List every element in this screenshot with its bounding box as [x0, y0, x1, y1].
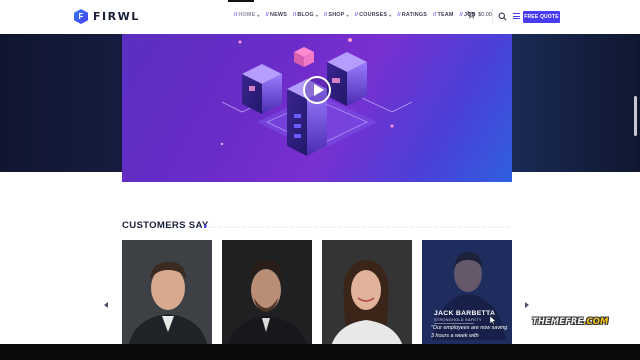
site-header: F FIRWL // HOME ▾ // NEWS // BLOG ▾ // S… [0, 0, 640, 34]
chevron-right-icon [525, 302, 529, 308]
slash-icon: // [293, 12, 297, 18]
nav-item-news[interactable]: // NEWS [266, 12, 287, 18]
free-quote-button[interactable]: FREE QUOTE [523, 11, 560, 23]
slash-icon: // [265, 12, 270, 18]
slash-icon: // [354, 12, 359, 18]
play-icon [313, 84, 324, 96]
menu-icon[interactable] [513, 13, 520, 19]
bottom-bar [0, 344, 640, 360]
play-button[interactable] [303, 76, 331, 104]
nav-item-home[interactable]: // HOME ▾ [234, 12, 260, 18]
hero-video[interactable] [122, 34, 512, 182]
logo-text: FIRWL [93, 10, 140, 23]
carousel-next-button[interactable] [523, 296, 531, 308]
customer-photo-1 [122, 240, 212, 350]
hero-background-right [512, 34, 640, 172]
chevron-down-icon: ▾ [315, 12, 318, 18]
customers-section-title: CUSTOMERS SAY [122, 220, 209, 231]
cart-icon [467, 11, 475, 19]
search-icon[interactable] [498, 12, 507, 21]
slash-icon: // [433, 12, 437, 18]
cart-total: $0.00 [478, 12, 492, 18]
logo-icon: F [74, 9, 88, 24]
carousel-prev-button[interactable] [102, 296, 110, 308]
title-divider [205, 226, 511, 228]
slash-icon: // [459, 12, 463, 18]
chevron-down-icon: ▾ [257, 12, 260, 18]
customer-photo-2 [222, 240, 312, 350]
page-scrollbar[interactable] [634, 96, 637, 136]
featured-customer-role: STRONGHOLD SAFETY [434, 318, 482, 322]
featured-customer-quote: "Our employees are now saving 3 hours a … [431, 325, 508, 339]
page: F FIRWL // HOME ▾ // NEWS // BLOG ▾ // S… [0, 0, 640, 360]
testimonial-card-2[interactable] [222, 240, 312, 350]
customer-photo-3 [322, 240, 412, 350]
testimonial-card-3[interactable] [322, 240, 412, 350]
slash-icon: // [324, 12, 328, 18]
cart-button[interactable]: $0.00 [467, 11, 492, 19]
site-logo[interactable]: F FIRWL [74, 9, 140, 24]
chevron-down-icon: ▾ [346, 12, 349, 18]
servers-illustration [220, 38, 413, 156]
nav-item-ratings[interactable]: // RATINGS [397, 12, 427, 18]
nav-item-team[interactable]: // TEAM [433, 12, 453, 18]
testimonial-card-1[interactable] [122, 240, 212, 350]
chevron-down-icon: ▾ [389, 12, 392, 18]
header-divider [492, 8, 493, 24]
chevron-left-icon [104, 302, 108, 308]
nav-item-shop[interactable]: // SHOP ▾ [324, 12, 349, 18]
featured-customer-name: JACK BARBETTA [434, 310, 496, 317]
slash-icon: // [234, 12, 238, 18]
mouse-cursor-icon [490, 316, 496, 325]
top-indicator [228, 0, 254, 2]
nav-item-courses[interactable]: // COURSES ▾ [355, 12, 392, 18]
main-nav: // HOME ▾ // NEWS // BLOG ▾ // SHOP ▾ //… [234, 12, 476, 18]
watermark: THEMEFRE.COM [532, 316, 609, 326]
nav-item-blog[interactable]: // BLOG ▾ [293, 12, 318, 18]
slash-icon: // [397, 12, 401, 18]
